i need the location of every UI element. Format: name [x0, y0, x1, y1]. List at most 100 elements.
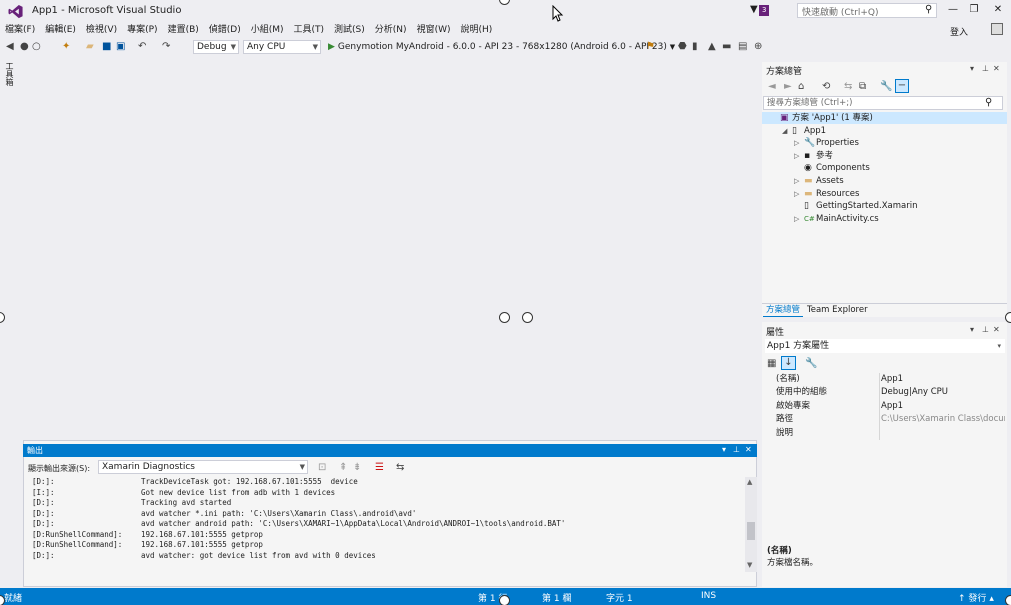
step-icon[interactable]: ⬣ — [678, 41, 687, 53]
sign-in-link[interactable]: 登入 — [950, 25, 968, 38]
expand-arrow-icon[interactable]: ◢ — [782, 125, 792, 137]
property-row[interactable]: 使用中的組態 Debug|Any CPU — [770, 386, 1005, 399]
menu-file[interactable]: 檔案(F) — [0, 22, 40, 38]
property-pages-icon[interactable]: 🔧 — [805, 358, 817, 370]
web-icon[interactable]: ⊕ — [754, 41, 762, 53]
scroll-down-icon[interactable]: ▼ — [747, 561, 752, 569]
pin-icon[interactable]: ⊥ — [982, 64, 989, 73]
property-row[interactable]: 啟始專案 App1 — [770, 400, 1005, 413]
word-wrap-icon[interactable]: ⇆ — [396, 462, 404, 474]
close-icon[interactable]: ✕ — [993, 64, 1000, 73]
scroll-up-icon[interactable]: ▲ — [747, 478, 752, 486]
tab-team-explorer[interactable]: Team Explorer — [804, 304, 871, 316]
output-source-dropdown[interactable]: Xamarin Diagnostics ▼ — [98, 460, 308, 474]
restore-button[interactable]: ❐ — [965, 3, 983, 17]
home-icon[interactable]: ⌂ — [798, 81, 804, 93]
expand-arrow-icon[interactable]: ▷ — [794, 175, 804, 187]
tab-solution-explorer[interactable]: 方案總管 — [763, 304, 804, 317]
collapse-all-icon[interactable]: ⧉ — [859, 81, 866, 93]
menu-view[interactable]: 檢視(V) — [81, 22, 122, 38]
solution-platform-dropdown[interactable]: Any CPU ▼ — [243, 40, 321, 54]
tree-item[interactable]: ▷ 🔧Properties — [762, 137, 1007, 149]
tree-item[interactable]: ▷ ▬ Assets — [762, 175, 1007, 187]
output-scrollbar-thumb[interactable] — [747, 522, 755, 540]
resize-handle[interactable] — [1005, 595, 1011, 605]
user-account-icon[interactable] — [991, 23, 1003, 35]
tree-item[interactable]: ▣ 方案 'App1' (1 專案) — [762, 112, 1007, 124]
find-message-icon[interactable]: ⊡ — [318, 462, 326, 474]
menu-test[interactable]: 測試(S) — [329, 22, 370, 38]
chevron-down-icon[interactable]: ▾ — [970, 64, 974, 73]
close-button[interactable]: ✕ — [989, 3, 1007, 17]
publish-button[interactable]: ↑ 發行 ▴ — [958, 591, 994, 604]
expand-arrow-icon[interactable]: ▷ — [794, 150, 804, 162]
wrench-icon[interactable]: 🔧 — [880, 81, 892, 93]
history-icon[interactable]: ⟲ — [822, 81, 830, 93]
tree-item[interactable]: ▷ ▪ 參考 — [762, 150, 1007, 162]
property-value[interactable]: App1 — [881, 373, 1005, 386]
rotate-handle[interactable] — [499, 312, 510, 323]
pin-icon[interactable]: ⊥ — [733, 445, 740, 454]
property-value[interactable]: Debug|Any CPU — [881, 386, 1005, 399]
pin-icon[interactable]: ⊥ — [982, 325, 989, 334]
sync-icon[interactable]: ⇆ — [844, 81, 852, 93]
previous-message-icon[interactable]: ⇞ — [339, 462, 347, 474]
tree-item[interactable]: ◢ ▯ App1 — [762, 125, 1007, 137]
layout-icon[interactable]: ▤ — [738, 41, 747, 53]
preview-icon[interactable]: − — [895, 79, 909, 93]
resize-handle[interactable] — [1005, 312, 1011, 323]
expand-arrow-icon[interactable]: ▷ — [794, 213, 804, 225]
toolbox-tab[interactable]: 工具箱 — [5, 62, 15, 86]
close-icon[interactable]: ✕ — [745, 445, 752, 454]
redo-icon[interactable]: ↷ — [162, 41, 170, 53]
menu-tools[interactable]: 工具(T) — [289, 22, 330, 38]
menu-debug[interactable]: 偵錯(D) — [204, 22, 246, 38]
undo-icon[interactable]: ↶ — [138, 41, 146, 53]
alphabetical-icon[interactable]: ↓ — [781, 356, 796, 370]
tree-item[interactable]: ▷ C#MainActivity.cs — [762, 213, 1007, 225]
start-debugging-button[interactable]: ▶ Genymotion MyAndroid - 6.0.0 - API 23 -… — [328, 40, 675, 54]
save-icon[interactable]: ■ — [102, 41, 111, 53]
next-message-icon[interactable]: ⇟ — [353, 462, 361, 474]
menu-analyze[interactable]: 分析(N) — [370, 22, 412, 38]
menu-edit[interactable]: 編輯(E) — [40, 22, 81, 38]
menu-team[interactable]: 小組(M) — [246, 22, 289, 38]
resize-handle[interactable] — [499, 595, 510, 605]
menu-window[interactable]: 視窗(W) — [412, 22, 456, 38]
menu-help[interactable]: 說明(H) — [455, 22, 497, 38]
solution-configuration-dropdown[interactable]: Debug ▼ — [193, 40, 239, 54]
navigate-forward-icon[interactable]: ○ — [32, 41, 41, 53]
search-icon[interactable]: ⚲ — [985, 97, 992, 108]
android-device-icon[interactable]: ⚑ — [646, 41, 655, 53]
categorized-icon[interactable]: ▦ — [767, 358, 776, 370]
android-sdk-icon[interactable]: ▲ — [708, 41, 716, 53]
new-project-icon[interactable]: ✦ — [62, 41, 70, 53]
tree-item[interactable]: ▯ GettingStarted.Xamarin — [762, 200, 1007, 212]
back-icon[interactable]: ◄ — [768, 81, 776, 93]
chevron-down-icon[interactable]: ▾ — [970, 325, 974, 334]
navigate-back-icon[interactable]: ◀ — [6, 41, 14, 53]
forward-icon[interactable]: ► — [784, 81, 792, 93]
clear-all-icon[interactable]: ☰ — [375, 462, 384, 474]
notification-badge[interactable]: 3 — [759, 5, 770, 16]
property-row[interactable]: 路徑 C:\Users\Xamarin Class\docur — [770, 413, 1005, 426]
open-file-icon[interactable]: ▰ — [86, 41, 94, 53]
output-text[interactable]: [D:]: TrackDeviceTask got: 192.168.67.101… — [24, 477, 744, 572]
property-row[interactable]: (名稱) App1 — [770, 373, 1005, 386]
tree-item[interactable]: ◉ Components — [762, 162, 1007, 174]
property-row[interactable]: 說明 — [770, 427, 1005, 440]
close-icon[interactable]: ✕ — [993, 325, 1000, 334]
search-icon[interactable]: ⚲ — [925, 4, 932, 15]
device-icon[interactable]: ▮ — [692, 41, 698, 53]
navigate-forward-icon[interactable]: ● — [20, 41, 29, 53]
save-all-icon[interactable]: ▣ — [116, 41, 125, 53]
expand-arrow-icon[interactable]: ▷ — [794, 188, 804, 200]
menu-project[interactable]: 專案(P) — [122, 22, 162, 38]
solution-search-input[interactable]: 搜尋方案總管 (Ctrl+;) — [763, 96, 1003, 110]
resize-handle[interactable] — [522, 312, 533, 323]
property-value[interactable]: C:\Users\Xamarin Class\docur — [881, 413, 1005, 426]
chevron-down-icon[interactable]: ▾ — [722, 445, 726, 454]
menu-build[interactable]: 建置(B) — [163, 22, 204, 38]
properties-object-selector[interactable]: App1 方案屬性 ▾ — [765, 339, 1005, 353]
minimize-button[interactable]: — — [944, 3, 962, 17]
